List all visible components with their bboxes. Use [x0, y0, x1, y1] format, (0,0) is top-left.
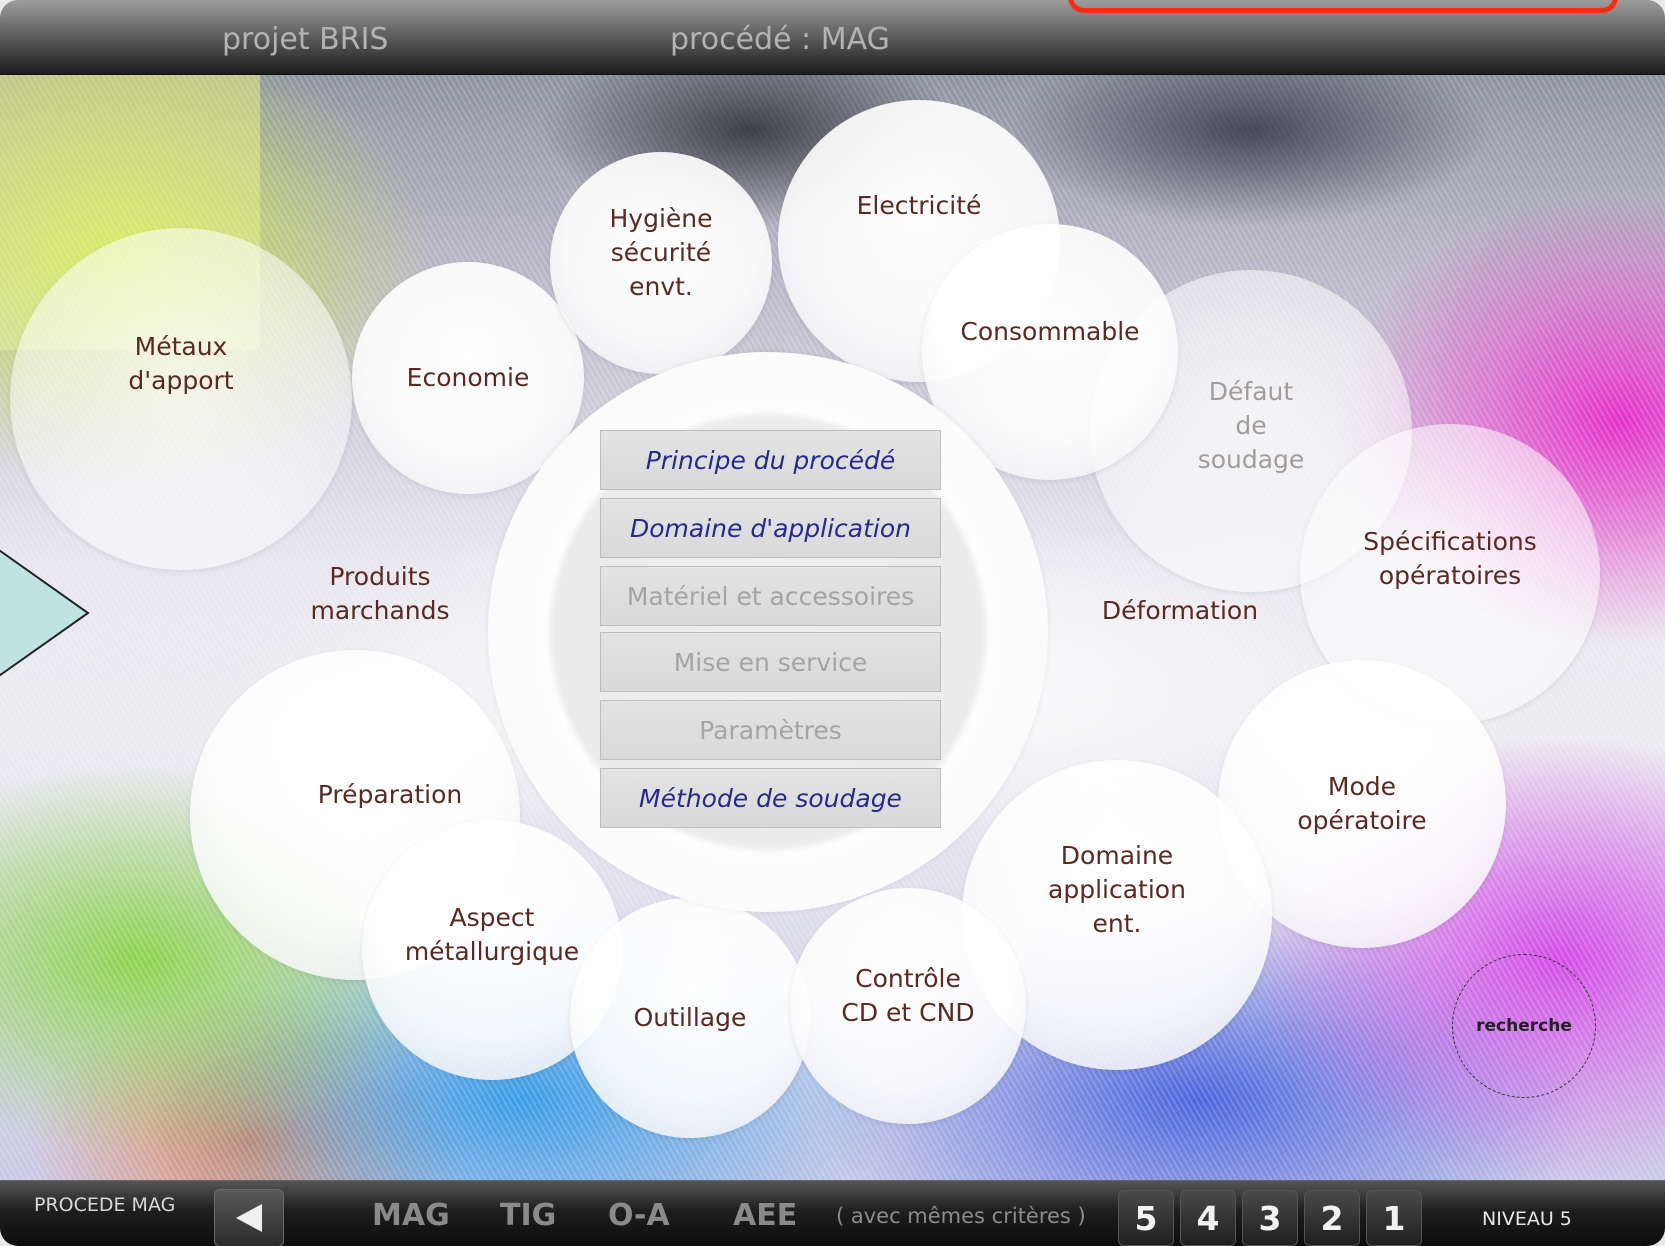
- menu-mise-en-service[interactable]: Mise en service: [600, 632, 941, 692]
- level-4-button[interactable]: 4: [1180, 1190, 1236, 1246]
- menu-parametres[interactable]: Paramètres: [600, 700, 941, 760]
- right-arrow-icon[interactable]: [0, 548, 92, 678]
- criteria-note: ( avec mêmes critères ): [836, 1204, 1086, 1228]
- bubble-domaine-application-label: Domaine application ent.: [1048, 841, 1186, 938]
- bubble-controle[interactable]: Contrôle CD et CND: [790, 888, 1026, 1124]
- tab-aee[interactable]: AEE: [733, 1198, 797, 1233]
- bubble-hygiene-securite-label: Hygiène sécurité envt.: [609, 204, 713, 301]
- level-5-button[interactable]: 5: [1118, 1190, 1174, 1246]
- bubble-economie-label: Economie: [406, 363, 530, 392]
- bubble-metaux-apport[interactable]: Métaux d'apport: [10, 228, 352, 570]
- menu-domaine-application[interactable]: Domaine d'application: [600, 498, 941, 558]
- menu-materiel-accessoires[interactable]: Matériel et accessoires: [600, 566, 941, 626]
- tab-tig[interactable]: TIG: [500, 1198, 556, 1233]
- menu-methode-soudage[interactable]: Méthode de soudage: [600, 768, 941, 828]
- bubble-outillage-label: Outillage: [633, 1003, 747, 1032]
- procede-label: PROCEDE MAG: [34, 1194, 176, 1216]
- left-triangle-icon: [236, 1204, 262, 1232]
- deformation[interactable]: Déformation: [1080, 594, 1280, 628]
- bubble-controle-label: Contrôle CD et CND: [841, 964, 975, 1027]
- tab-o-a[interactable]: O-A: [608, 1198, 670, 1233]
- back-button[interactable]: [214, 1189, 284, 1246]
- process-title: procédé : MAG: [670, 22, 890, 57]
- level-1-button[interactable]: 1: [1366, 1190, 1422, 1246]
- bubble-defaut-soudage-label: Défaut de soudage: [1197, 377, 1305, 474]
- bubble-mode-operatoire-label: Mode opératoire: [1297, 772, 1427, 835]
- bubble-aspect-metallurgique-label: Aspect métallurgique: [404, 903, 580, 966]
- bubble-electricite-label: Electricité: [856, 191, 982, 220]
- bubble-metaux-apport-label: Métaux d'apport: [128, 332, 234, 395]
- bubble-consommable-label: Consommable: [960, 317, 1140, 346]
- search-button[interactable]: recherche: [1452, 954, 1596, 1098]
- app-window: projet BRIS procédé : MAG Métaux d'appor…: [0, 0, 1665, 1246]
- menu-principe-procede[interactable]: Principe du procédé: [600, 430, 941, 490]
- bubble-outillage[interactable]: Outillage: [570, 898, 810, 1138]
- bubble-preparation-label: Préparation: [317, 780, 463, 809]
- red-bracket-annotation: [1068, 0, 1618, 13]
- level-2-button[interactable]: 2: [1304, 1190, 1360, 1246]
- bubble-hygiene-securite[interactable]: Hygiène sécurité envt.: [550, 152, 772, 374]
- niveau-label: NIVEAU 5: [1482, 1208, 1572, 1230]
- level-3-button[interactable]: 3: [1242, 1190, 1298, 1246]
- tab-mag[interactable]: MAG: [372, 1198, 450, 1233]
- bubble-specifications-label: Spécifications opératoires: [1363, 527, 1537, 590]
- produits-marchands[interactable]: Produits marchands: [290, 560, 470, 628]
- project-title: projet BRIS: [222, 22, 389, 57]
